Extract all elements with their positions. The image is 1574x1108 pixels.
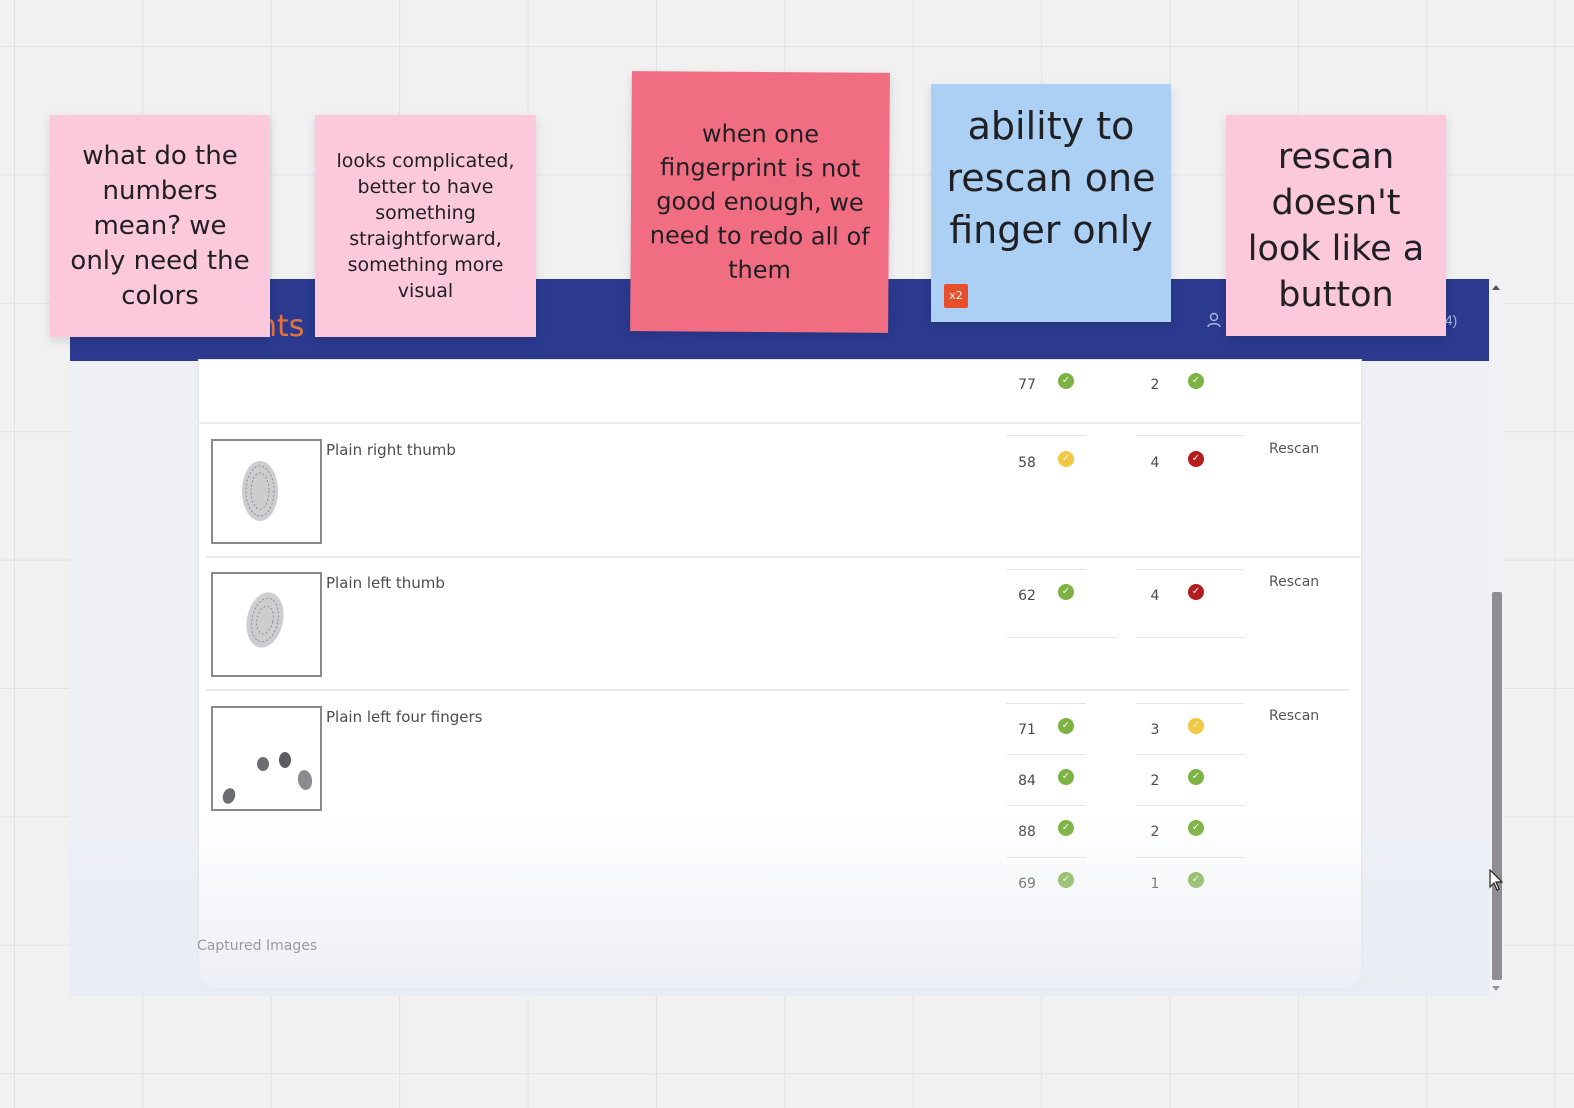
cell-divider [1136,857,1244,858]
rank-status-icon: ✓ [1188,820,1204,836]
cell-divider [1006,435,1086,436]
quality-score: 88 [1018,824,1036,840]
quality-status-icon: ✓ [1058,584,1074,600]
cell-divider [1136,805,1244,806]
scroll-thumb[interactable] [1492,592,1502,980]
scroll-down-arrow-icon[interactable] [1492,986,1500,991]
user-icon[interactable] [1207,312,1221,333]
rank-status-icon: ✓ [1188,718,1204,734]
quality-score: 84 [1018,773,1036,789]
cell-divider [1006,857,1086,858]
rank-score: 1 [1150,876,1160,892]
cell-divider [1006,569,1086,570]
vote-count-badge: x2 [944,284,968,308]
quality-status-icon: ✓ [1058,718,1074,734]
rank-status-icon: ✓ [1188,872,1204,888]
quality-score: 77 [1018,377,1036,393]
sticky-note[interactable]: looks complicated, better to have someth… [315,115,536,337]
sticky-note[interactable]: when one fingerprint is not good enough,… [630,71,890,333]
rank-status-icon: ✓ [1188,584,1204,600]
sticky-note-text: when one fingerprint is not good enough,… [649,119,870,285]
app-screenshot: nts 94) 77 ✓ 2 ✓ Plain right thumb 58 ✓ … [70,279,1504,996]
quality-score: 69 [1018,876,1036,892]
rescan-link[interactable]: Rescan [1269,708,1319,724]
cell-divider [1006,703,1086,704]
cell-divider [1006,805,1086,806]
cell-divider [1136,569,1244,570]
rank-score: 3 [1150,722,1160,738]
quality-score: 58 [1018,455,1036,471]
quality-score: 62 [1018,588,1036,604]
sticky-note-text: rescan doesn't look like a button [1247,136,1425,315]
cell-divider [1136,637,1244,638]
finger-label: Plain right thumb [326,441,456,459]
cell-divider [1136,435,1244,436]
rank-score: 2 [1150,377,1160,393]
cell-divider [1136,703,1244,704]
rescan-link[interactable]: Rescan [1269,574,1319,590]
rank-score: 4 [1150,588,1160,604]
quality-status-icon: ✓ [1058,820,1074,836]
cell-divider [1006,637,1116,638]
sticky-note-text: what do the numbers mean? we only need t… [70,140,250,311]
fingerprint-thumbnail[interactable] [211,572,322,677]
mouse-pointer-icon [1489,868,1504,896]
captured-images-heading: Captured Images [197,938,318,954]
rank-score: 2 [1150,824,1160,840]
sticky-note-text: ability to rescan one finger only [946,104,1156,252]
sticky-note[interactable]: what do the numbers mean? we only need t… [50,115,270,337]
quality-status-icon: ✓ [1058,451,1074,467]
row-separator [206,556,1362,558]
quality-status-icon: ✓ [1058,769,1074,785]
cell-divider [1136,754,1244,755]
rank-score: 4 [1150,455,1160,471]
finger-label: Plain left four fingers [326,708,483,726]
fingerprint-thumbnail[interactable] [211,706,322,811]
rank-status-icon: ✓ [1188,769,1204,785]
sticky-note-text: looks complicated, better to have someth… [336,150,515,302]
rescan-link[interactable]: Rescan [1269,441,1319,457]
quality-score: 71 [1018,722,1036,738]
scroll-up-arrow-icon[interactable] [1492,285,1500,290]
rank-status-icon: ✓ [1188,373,1204,389]
row-separator [198,422,1362,424]
row-separator [206,689,1350,691]
sticky-note[interactable]: rescan doesn't look like a button [1226,115,1446,336]
quality-status-icon: ✓ [1058,373,1074,389]
rank-status-icon: ✓ [1188,451,1204,467]
finger-label: Plain left thumb [326,574,445,592]
cell-divider [1006,754,1086,755]
rank-score: 2 [1150,773,1160,789]
fingerprint-thumbnail[interactable] [211,439,322,544]
quality-status-icon: ✓ [1058,872,1074,888]
